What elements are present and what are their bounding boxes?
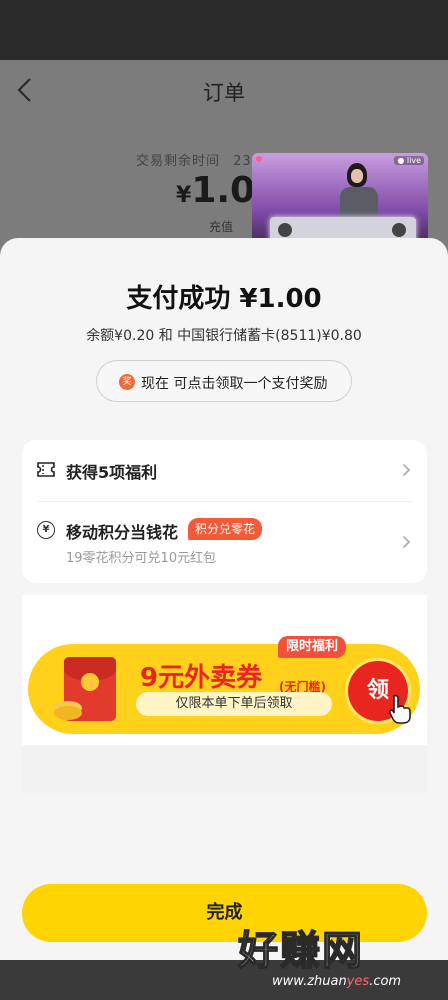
nav-bar: 订单 xyxy=(0,60,448,120)
live-badge: ● live xyxy=(394,156,424,165)
benefits-label: 获得5项福利 xyxy=(66,463,158,482)
benefits-row[interactable]: 获得5项福利 xyxy=(22,440,427,500)
video-person-body xyxy=(340,187,378,219)
reward-pill-button[interactable]: 奖 现在 可点击领取一个支付奖励 xyxy=(96,360,352,402)
chevron-right-icon xyxy=(402,463,411,477)
benefits-card: 获得5项福利 ¥ 移动积分当钱花 积分兑零花 19零花积分可兑10元红包 xyxy=(22,440,427,583)
coins-icon xyxy=(54,706,82,720)
reward-icon: 奖 xyxy=(119,374,135,390)
yen-coin-icon: ¥ xyxy=(37,521,55,539)
pointing-hand-icon xyxy=(388,694,411,724)
remaining-time-value: 23 xyxy=(233,154,252,169)
success-title: 支付成功 ¥1.00 xyxy=(126,284,322,314)
ticket-icon xyxy=(37,462,55,477)
payment-breakdown: 余额¥0.20 和 中国银行储蓄卡(8511)¥0.80 xyxy=(86,328,362,344)
envelope-seal xyxy=(81,673,99,691)
points-subtitle: 19零花积分可兑10元红包 xyxy=(66,551,217,566)
limited-offer-tag: 限时福利 xyxy=(278,636,347,658)
watermark-url: www.zhuanyes.com xyxy=(272,974,401,989)
live-dot-icon xyxy=(256,156,262,162)
payment-success-sheet: 支付成功 ¥1.00 余额¥0.20 和 中国银行储蓄卡(8511)¥0.80 … xyxy=(0,238,448,960)
points-row[interactable]: ¥ 移动积分当钱花 积分兑零花 19零花积分可兑10元红包 xyxy=(22,502,427,583)
status-bar xyxy=(0,0,448,60)
points-badge: 积分兑零花 xyxy=(188,518,263,540)
floating-video-window[interactable]: ● live xyxy=(252,153,428,251)
ad-banner-footer xyxy=(22,745,427,793)
page-title: 订单 xyxy=(203,81,245,105)
coupon-banner[interactable]: 限时福利 9元外卖券 (无门槛) 仅限本单下单后领取 领 xyxy=(28,636,420,734)
video-person-face xyxy=(351,169,363,183)
done-button[interactable]: 完成 xyxy=(22,884,427,942)
coupon-subtitle: 仅限本单下单后领取 xyxy=(136,692,332,716)
watermark-url-a: www.zhuan xyxy=(272,974,347,989)
remaining-time: 交易剩余时间 23 xyxy=(136,150,252,169)
coupon-title: 9元外卖券 xyxy=(140,663,263,693)
watermark-url-c: .com xyxy=(369,974,402,989)
reward-pill-text: 现在 可点击领取一个支付奖励 xyxy=(141,376,328,392)
watermark-url-b: yes xyxy=(346,974,370,989)
remaining-time-label: 交易剩余时间 xyxy=(136,154,221,169)
watermark: 好赚网 xyxy=(237,927,364,975)
chevron-right-icon xyxy=(402,535,411,549)
order-caption: 充值 xyxy=(209,220,234,234)
currency-symbol: ¥ xyxy=(176,183,192,208)
points-label: 移动积分当钱花 xyxy=(66,523,179,542)
